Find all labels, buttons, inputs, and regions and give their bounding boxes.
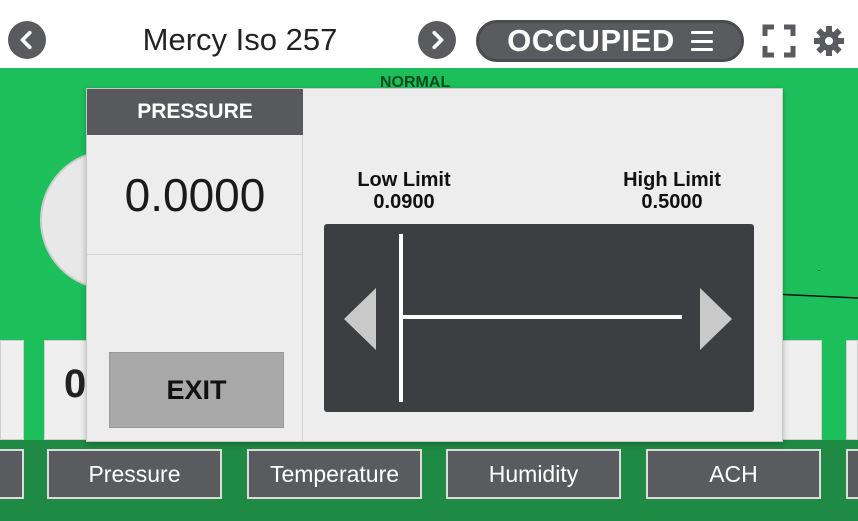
monitor-screen: Mercy Iso 257 OCCUPIED NORMAL 0 Pressure… <box>0 0 858 521</box>
fullscreen-icon <box>762 24 796 58</box>
limit-slider[interactable] <box>324 224 754 412</box>
dialog-title: PRESSURE <box>87 89 303 135</box>
high-limit-label: High Limit <box>623 169 721 191</box>
low-limit-label: Low Limit <box>357 169 451 191</box>
tile-value: 0 <box>64 362 87 406</box>
high-limit: High Limit 0.5000 <box>607 169 737 213</box>
low-limit-value: 0.0900 <box>373 191 435 213</box>
previous-room-button[interactable] <box>8 21 46 59</box>
pressure-limits-dialog: PRESSURE 0.0000 EXIT Low Limit 0.0900 Hi… <box>86 88 783 442</box>
exit-button[interactable]: EXIT <box>109 352 284 428</box>
tile-edge-right <box>846 340 858 440</box>
occupancy-status-text: OCCUPIED <box>507 23 675 58</box>
occupancy-status-button[interactable]: OCCUPIED <box>476 20 744 62</box>
tab-ach[interactable]: ACH <box>646 449 821 499</box>
pressure-value: 0.0000 <box>87 135 303 255</box>
chevron-left-icon <box>20 30 32 50</box>
increase-arrow-icon <box>700 288 732 350</box>
room-name: Mercy Iso 257 <box>142 22 338 57</box>
low-limit: Low Limit 0.0900 <box>344 169 464 213</box>
fullscreen-button[interactable] <box>756 18 802 64</box>
tab-temperature[interactable]: Temperature <box>247 449 422 499</box>
next-room-button[interactable] <box>418 21 456 59</box>
tab-edge-left <box>0 449 24 499</box>
top-bar: Mercy Iso 257 OCCUPIED <box>0 12 858 68</box>
gear-icon <box>814 26 844 56</box>
chevron-right-icon <box>432 30 444 50</box>
limit-slider-graphic <box>344 234 732 402</box>
settings-button[interactable] <box>806 18 852 64</box>
tab-humidity[interactable]: Humidity <box>446 449 621 499</box>
hamburger-menu-icon <box>690 31 713 51</box>
tab-pressure[interactable]: Pressure <box>47 449 222 499</box>
high-limit-value: 0.5000 <box>641 191 703 213</box>
decrease-arrow-icon <box>344 288 376 350</box>
tile-edge-left <box>0 340 24 440</box>
tab-edge-right <box>846 449 858 499</box>
pressure-value-column: PRESSURE 0.0000 EXIT <box>87 89 303 441</box>
